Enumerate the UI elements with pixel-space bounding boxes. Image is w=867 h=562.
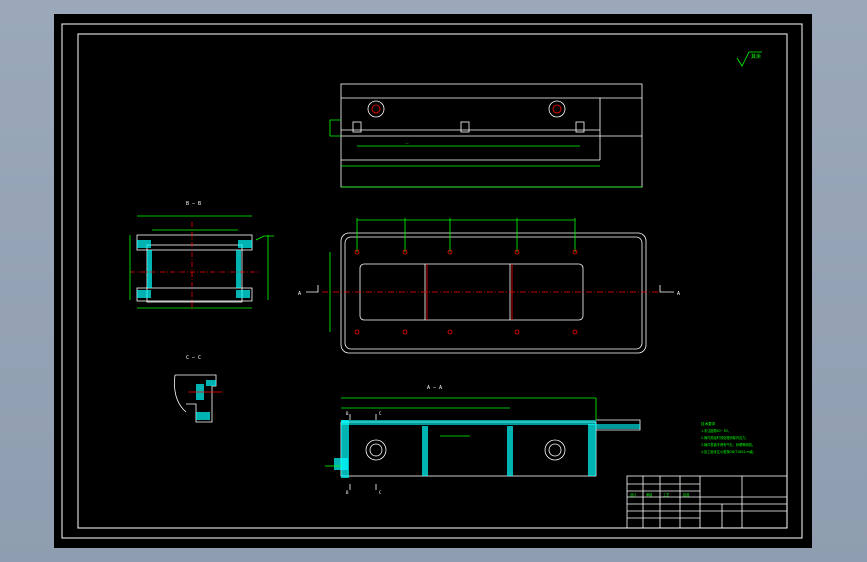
notes-title: 技术要求 xyxy=(701,421,716,426)
section-b-label: B — B xyxy=(186,201,201,207)
title-mark-1: 设计 xyxy=(630,492,637,497)
cut-mark-a-right: A xyxy=(677,291,680,297)
title-mark-4: 批准 xyxy=(683,492,690,497)
section-a-label: A — A xyxy=(427,385,442,391)
svg-text:──: ── xyxy=(404,142,409,146)
cut-mark-a-left: A xyxy=(298,291,301,297)
cad-viewport[interactable]: 其余 ── A A B — B C — C A — A B C B C 技术要求… xyxy=(0,0,867,562)
note-line-4: 4.加工面未注公差按GB/T1804-m级。 xyxy=(701,449,756,454)
section-c-label: C — C xyxy=(186,355,201,361)
paper-background xyxy=(54,14,812,548)
note-line-1: 1.未注圆角R2~R3。 xyxy=(701,428,731,433)
drawing-sheet[interactable]: 其余 ── A A B — B C — C A — A B C B C 技术要求… xyxy=(0,0,867,562)
note-line-3: 3.铸件表面不得有气孔、砂眼等缺陷。 xyxy=(701,442,755,447)
note-line-2: 2.铸件需经时效处理消除内应力。 xyxy=(701,435,749,440)
roughness-label: 其余 xyxy=(751,53,761,60)
title-mark-2: 审核 xyxy=(646,492,653,497)
title-mark-3: 工艺 xyxy=(663,492,669,497)
